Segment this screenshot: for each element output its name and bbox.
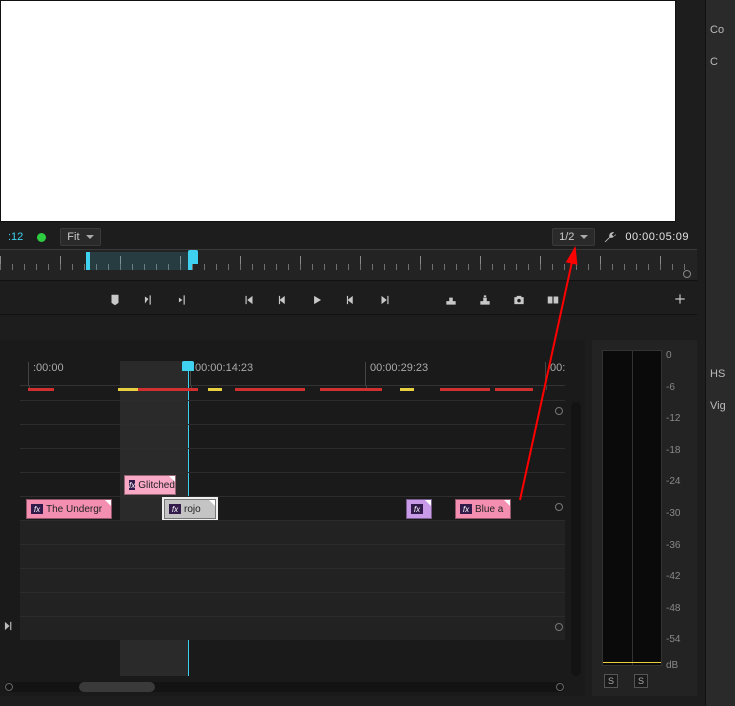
play-button[interactable] [309, 292, 325, 308]
audio-track-a2[interactable] [20, 544, 565, 568]
chevron-down-icon [580, 235, 588, 239]
extract-button[interactable] [477, 292, 493, 308]
step-tool-icon[interactable] [2, 619, 16, 633]
segment-marker [235, 388, 305, 391]
segment-marker [440, 388, 490, 391]
resolution-dropdown[interactable]: 1/2 [552, 228, 595, 246]
segment-marker [320, 388, 382, 391]
meter-scale: 0 -6 -12 -18 -24 -30 -36 -42 -48 -54 dB [666, 350, 694, 666]
fx-badge-icon: fx [460, 504, 472, 514]
clip-rojo[interactable]: fx rojo [164, 499, 216, 519]
step-forward-button[interactable] [343, 292, 359, 308]
step-back-button[interactable] [275, 292, 291, 308]
preview-monitor [0, 0, 676, 222]
fx-badge-icon: fx [411, 504, 423, 514]
audio-meter-panel: 0 -6 -12 -18 -24 -30 -36 -42 -48 -54 dB … [592, 340, 697, 696]
scrub-end-handle[interactable] [683, 270, 691, 278]
segment-marker [208, 388, 222, 391]
in-out-range[interactable] [86, 252, 192, 270]
timeline-vertical-scrollbar[interactable] [571, 402, 581, 676]
export-frame-button[interactable] [511, 292, 527, 308]
clip-corner-icon [209, 500, 215, 506]
side-item-hsl[interactable]: HS [706, 358, 735, 390]
meter-peak-line [603, 662, 661, 663]
clip-label: Blue a [475, 504, 503, 515]
wrench-icon[interactable] [603, 230, 617, 244]
segment-marker [400, 388, 414, 391]
clip-blue-a[interactable]: fx Blue a [455, 499, 511, 519]
clip-corner-icon [105, 500, 111, 506]
video-track-v3[interactable] [20, 448, 565, 472]
solo-left-button[interactable]: S [604, 674, 618, 688]
fx-badge-icon: fx [169, 504, 181, 514]
clip-purple[interactable]: fx [406, 499, 432, 519]
video-track-v2[interactable]: fx Glitched [20, 472, 565, 496]
track-handle-icon[interactable] [555, 503, 563, 511]
solo-right-button[interactable]: S [634, 674, 648, 688]
track-handle-icon[interactable] [555, 407, 563, 415]
add-marker-button[interactable] [107, 292, 123, 308]
marker-strip [20, 388, 565, 394]
audio-track-a4[interactable] [20, 592, 565, 616]
ruler-tick: 00: [545, 362, 565, 386]
zoom-fit-label: Fit [67, 231, 79, 243]
playhead-handle-icon[interactable] [182, 361, 194, 371]
clip-corner-icon [169, 476, 175, 482]
time-ruler[interactable]: :00:00 00:00:14:23 00:00:29:23 00: [20, 362, 565, 386]
timeline-horizontal-scrollbar[interactable] [4, 682, 565, 692]
scroll-handle-right[interactable] [556, 683, 564, 691]
segment-marker [118, 388, 138, 391]
side-item-c[interactable]: C [706, 46, 735, 78]
segment-marker [495, 388, 533, 391]
record-indicator [37, 233, 46, 242]
mark-in-button[interactable] [141, 292, 157, 308]
ruler-tick: :00:00 [28, 362, 64, 386]
meter-divider [632, 351, 633, 665]
scrub-playhead[interactable] [188, 250, 198, 264]
monitor-scrub-bar[interactable] [0, 249, 697, 281]
fx-badge-icon: fx [31, 504, 43, 514]
ruler-tick: 00:00:29:23 [365, 362, 428, 386]
go-to-in-button[interactable] [241, 292, 257, 308]
video-track-v1[interactable]: fx The Undergr fx rojo fx fx Blue a [20, 496, 565, 520]
transport-controls [0, 285, 697, 315]
right-side-panel: Co C HS Vig [705, 0, 735, 706]
comparison-view-button[interactable] [545, 292, 561, 308]
video-track-v4[interactable] [20, 424, 565, 448]
mark-out-button[interactable] [175, 292, 191, 308]
ruler-tick: 00:00:14:23 [190, 362, 253, 386]
clip-label: The Undergr [46, 504, 102, 515]
solo-buttons: S S [604, 674, 648, 688]
audio-track-a5[interactable] [20, 616, 565, 640]
fx-badge-icon: fx [129, 480, 135, 490]
track-handle-icon[interactable] [555, 623, 563, 631]
clip-undergr[interactable]: fx The Undergr [26, 499, 112, 519]
video-track-v5[interactable] [20, 400, 565, 424]
lift-button[interactable] [443, 292, 459, 308]
clip-glitched[interactable]: fx Glitched [124, 475, 176, 495]
clip-corner-icon [425, 500, 431, 506]
timeline-panel: :00:00 00:00:14:23 00:00:29:23 00: fx Gl… [0, 340, 585, 696]
tracks-area: fx Glitched fx The Undergr fx rojo fx fx [20, 400, 565, 656]
zoom-fit-dropdown[interactable]: Fit [60, 228, 100, 246]
timecode-left[interactable]: :12 [8, 231, 23, 243]
segment-marker [138, 388, 198, 391]
segment-marker [28, 388, 54, 391]
add-transport-button[interactable] [673, 292, 689, 308]
scroll-handle-left[interactable] [5, 683, 13, 691]
side-item-vignette[interactable]: Vig [706, 390, 735, 422]
audio-meter [602, 350, 662, 666]
audio-track-a1[interactable] [20, 520, 565, 544]
resolution-label: 1/2 [559, 231, 574, 243]
go-to-out-button[interactable] [377, 292, 393, 308]
clip-corner-icon [504, 500, 510, 506]
scrollbar-thumb[interactable] [79, 682, 155, 692]
monitor-status-bar: :12 Fit 1/2 00:00:05:09 [0, 225, 697, 249]
timecode-right: 00:00:05:09 [625, 231, 689, 243]
chevron-down-icon [86, 235, 94, 239]
side-item-color[interactable]: Co [706, 14, 735, 46]
audio-track-a3[interactable] [20, 568, 565, 592]
clip-label: rojo [184, 504, 201, 515]
